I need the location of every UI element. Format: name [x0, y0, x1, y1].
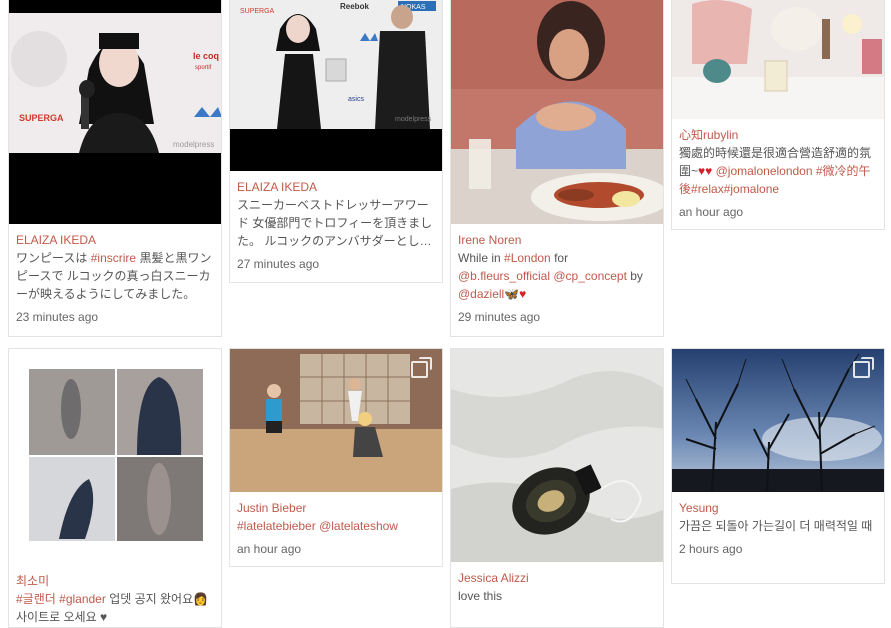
post-card[interactable]: Yesung 가끔은 되돌아 가는길이 더 매력적일 때 2 hours ago	[671, 348, 885, 584]
photo-perfume-bottle	[451, 349, 663, 562]
post-card[interactable]: 최소미 #글랜더 #glander 업뎃 공지 왔어요👩 사이트로 오세요 ♥	[8, 348, 222, 628]
caption-tag-link[interactable]: @jomalonelondon	[716, 164, 813, 178]
caption-tag-link[interactable]: #jomalone	[724, 182, 779, 196]
post-image[interactable]	[672, 0, 884, 119]
post-author[interactable]: Jessica Alizzi	[458, 569, 656, 587]
photo-award-ceremony: Reebok NOKAS SUPERGA asics modelpress	[230, 0, 442, 129]
post-card[interactable]: 心知rubylin 獨處的時候還是很適合營造舒適的氛圍~♥♥ @jomalone…	[671, 0, 885, 230]
svg-text:SUPERGA: SUPERGA	[240, 8, 275, 15]
post-image[interactable]: Reebok NOKAS SUPERGA asics modelpress	[230, 0, 442, 171]
heart-emoji-icon: ♥	[519, 287, 527, 301]
post-timestamp: an hour ago	[237, 542, 302, 556]
post-card[interactable]: Justin Bieber #latelatebieber @latelates…	[229, 348, 443, 567]
caption-text: While in	[458, 251, 505, 265]
post-timestamp: 27 minutes ago	[237, 257, 320, 271]
post-author[interactable]: ELAIZA IKEDA	[237, 178, 435, 196]
post-timestamp: 29 minutes ago	[458, 310, 541, 324]
post-image[interactable]	[672, 349, 884, 492]
photo-actress-microphone: SUPERGA le coq sportif modelpress	[9, 13, 221, 153]
emoji-icon: ♥	[99, 610, 108, 624]
post-caption: 가끔은 되돌아 가는길이 더 매력적일 때	[679, 517, 877, 535]
svg-text:modelpress: modelpress	[173, 140, 214, 149]
caption-tag-link[interactable]: #relax	[691, 182, 724, 196]
post-author[interactable]: Irene Noren	[458, 231, 656, 249]
svg-text:asics: asics	[348, 96, 364, 103]
multiple-images-icon	[853, 357, 874, 378]
post-author[interactable]: Justin Bieber	[237, 499, 435, 517]
post-author[interactable]: 心知rubylin	[679, 126, 877, 144]
post-caption: 獨處的時候還是很適合營造舒適的氛圍~♥♥ @jomalonelondon #微冷…	[679, 144, 877, 198]
photo-collage-dress	[29, 369, 203, 541]
post-card[interactable]: Jessica Alizzi love this	[450, 348, 664, 628]
svg-text:modelpress: modelpress	[395, 116, 432, 123]
post-caption: While in #London for @b.fleurs_official …	[458, 249, 656, 303]
caption-tag-link[interactable]: #inscrire	[91, 251, 136, 265]
post-caption: スニーカーベストドレッサーアワード 女優部門でトロフィーを頂きました。 ルコック…	[237, 196, 435, 250]
post-card[interactable]: Reebok NOKAS SUPERGA asics modelpress EL…	[229, 0, 443, 283]
post-card[interactable]: SUPERGA le coq sportif modelpress ELAIZA…	[8, 0, 222, 337]
post-caption: #latelatebieber @latelateshow	[237, 517, 435, 535]
heart-emoji-icon: ♥♥	[698, 164, 713, 178]
post-timestamp: an hour ago	[679, 205, 744, 219]
caption-text: by	[626, 269, 643, 283]
post-image[interactable]	[230, 349, 442, 492]
post-timestamp: 2 hours ago	[679, 542, 743, 556]
caption-text: ワンピースは	[16, 251, 91, 265]
emoji-icon: 🦋	[504, 287, 520, 301]
svg-text:le coq: le coq	[193, 51, 219, 61]
post-card[interactable]: Irene Noren While in #London for @b.fleu…	[450, 0, 664, 337]
caption-tag-link[interactable]: @latelateshow	[319, 519, 398, 533]
post-timestamp: 23 minutes ago	[16, 310, 99, 324]
svg-text:sportif: sportif	[195, 65, 212, 71]
caption-tag-link[interactable]: #글랜더	[16, 592, 56, 606]
caption-tag-link[interactable]: #latelatebieber	[237, 519, 316, 533]
post-author[interactable]: Yesung	[679, 499, 877, 517]
post-caption: love this	[458, 587, 656, 605]
caption-tag-link[interactable]: @b.fleurs_official	[458, 269, 550, 283]
svg-text:SUPERGA: SUPERGA	[19, 113, 64, 123]
post-caption: #글랜더 #glander 업뎃 공지 왔어요👩 사이트로 오세요 ♥	[16, 590, 214, 626]
post-caption: ワンピースは #inscrire 黒髪と黒ワンピースで ルコックの真っ白スニーカ…	[16, 249, 214, 303]
multiple-images-icon	[411, 357, 432, 378]
caption-tag-link[interactable]: #London	[504, 251, 551, 265]
caption-text: for	[550, 251, 569, 265]
caption-tag-link[interactable]: @daziell	[458, 287, 504, 301]
svg-text:Reebok: Reebok	[340, 2, 369, 11]
caption-text: 가끔은 되돌아 가는길이 더 매력적일 때	[679, 519, 873, 533]
post-image[interactable]	[451, 349, 663, 562]
post-image[interactable]: SUPERGA le coq sportif modelpress	[9, 0, 221, 224]
emoji-icon: 👩	[193, 592, 209, 606]
caption-text: 업뎃 공지 왔어요	[105, 592, 194, 606]
post-author[interactable]: ELAIZA IKEDA	[16, 231, 214, 249]
photo-woman-breakfast	[451, 0, 663, 224]
caption-text: スニーカーベストドレッサーアワード 女優部門でトロフィーを頂きました。 ルコック…	[237, 198, 433, 248]
caption-text: love this	[458, 589, 503, 603]
photo-candle-still-life	[672, 0, 884, 119]
post-image[interactable]	[451, 0, 663, 224]
post-author[interactable]: 최소미	[16, 572, 214, 590]
caption-tag-link[interactable]: #glander	[59, 592, 106, 606]
post-image[interactable]	[9, 349, 221, 565]
caption-tag-link[interactable]: @cp_concept	[553, 269, 627, 283]
caption-text: 사이트로 오세요	[16, 610, 100, 624]
